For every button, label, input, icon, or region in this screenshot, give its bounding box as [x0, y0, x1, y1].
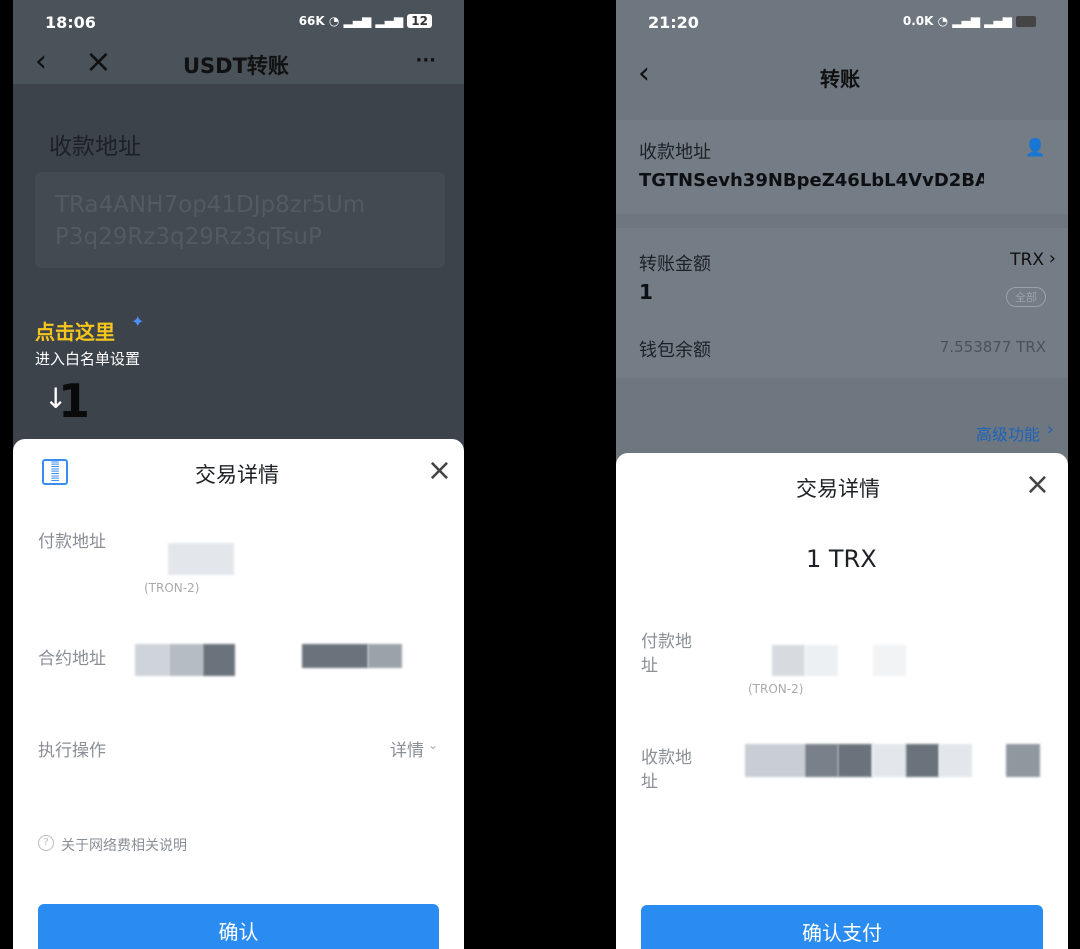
close-icon[interactable]: ×	[1025, 467, 1050, 502]
network-speed: 0.0K	[902, 14, 934, 28]
status-bar: 21:20 0.0K ◔ ▂▄▆ ▂▄▆	[616, 0, 1068, 44]
recipient-label-line-2: 址	[641, 772, 658, 792]
currency-selector[interactable]: TRX	[1010, 250, 1044, 270]
payer-address-blurred	[168, 543, 234, 575]
signal-icon: ▂▄▆ ▂▄▆	[343, 14, 404, 28]
nav-bar: ‹ 转账	[616, 44, 1068, 91]
payer-network-tag: (TRON-2)	[144, 581, 200, 595]
battery-icon	[1016, 16, 1036, 27]
chevron-right-icon: ›	[1048, 248, 1056, 269]
left-phone-screen: 18:06 66K ◔ ▂▄▆ ▂▄▆ 12 ‹ × USDT转账 ··· 收款…	[13, 0, 464, 949]
more-icon[interactable]: ···	[415, 50, 436, 71]
contract-address-blurred-5	[368, 644, 402, 668]
confirm-button[interactable]: 确认	[38, 904, 439, 949]
status-time: 21:20	[648, 13, 699, 32]
wifi-icon: ◔	[937, 14, 953, 28]
address-label: 收款地址	[49, 134, 141, 160]
page-title: USDT转账	[183, 54, 289, 78]
payer-address-blurred-2	[805, 645, 838, 676]
hint-title: 点击这里	[35, 320, 115, 344]
amount-label: 转账金额	[639, 254, 711, 275]
address-book-icon[interactable]: 👤	[1025, 138, 1046, 158]
recipient-address-blurred-4	[872, 744, 906, 777]
contract-address-blurred-1	[135, 644, 169, 676]
address-line-2: P3q29Rz3q29Rz3qTsuP	[55, 224, 322, 250]
recipient-address-blurred-3	[838, 744, 872, 777]
confirm-payment-button[interactable]: 确认支付	[641, 905, 1043, 949]
help-icon[interactable]: ?	[38, 835, 54, 851]
recipient-label: 收款地址	[639, 142, 711, 163]
nav-bar: ‹ × USDT转账 ···	[13, 42, 464, 84]
wifi-icon: ◔	[328, 14, 344, 28]
network-speed: 66K	[298, 14, 325, 28]
recipient-section: 收款地址 👤 TGTNSevh39NBpeZ46LbL4VvD2BA	[616, 120, 1068, 214]
recipient-address-blurred-1	[745, 744, 805, 777]
sheet-title: 交易详情	[195, 463, 279, 487]
amount-section: 转账金额 TRX › 1 全部 钱包余额 7.553877 TRX	[616, 228, 1068, 378]
battery-icon: 12	[407, 14, 432, 28]
payer-label-line-1: 付款地	[641, 632, 692, 652]
signal-icon: ▂▄▆ ▂▄▆	[952, 14, 1012, 28]
balance-label: 钱包余额	[639, 340, 711, 361]
contract-address-blurred-3	[203, 644, 235, 676]
contract-label: 合约地址	[38, 649, 106, 669]
contract-address-blurred-4	[302, 644, 368, 668]
payer-network-tag: (TRON-2)	[748, 682, 804, 696]
hint-subtitle: 进入白名单设置	[35, 350, 141, 368]
transaction-sheet: 交易详情 × 1 TRX 付款地 址 (TRON-2) 收款地 址 确认支付	[616, 453, 1068, 949]
close-icon[interactable]: ×	[85, 42, 112, 80]
operation-label: 执行操作	[38, 741, 106, 761]
back-icon[interactable]: ‹	[638, 56, 650, 91]
transaction-sheet: ≡ ≡ ≡ 交易详情 × 付款地址 (TRON-2) 合约地址 执行操作 详情 ⌄ …	[13, 439, 464, 949]
sparkle-icon: ✦	[131, 312, 145, 331]
checklist-icon[interactable]: ≡ ≡ ≡	[42, 458, 68, 485]
right-phone-screen: 21:20 0.0K ◔ ▂▄▆ ▂▄▆ ‹ 转账 收款地址 👤 TGTNSev…	[616, 0, 1068, 949]
payer-label-line-2: 址	[641, 656, 658, 676]
payer-label: 付款地址	[38, 532, 106, 552]
status-bar: 18:06 66K ◔ ▂▄▆ ▂▄▆ 12	[13, 0, 464, 44]
amount-input[interactable]: 1	[639, 280, 653, 304]
payer-address-blurred-3	[873, 645, 906, 676]
transfer-amount: 1 TRX	[806, 545, 877, 573]
recipient-address-blurred-7	[1006, 744, 1040, 777]
contract-address-blurred-2	[169, 644, 203, 676]
advanced-features-link[interactable]: 高级功能	[976, 421, 1040, 445]
all-amount-button[interactable]: 全部	[1006, 287, 1046, 307]
back-icon[interactable]: ‹	[35, 44, 47, 79]
sheet-title: 交易详情	[796, 477, 880, 501]
page-title: 转账	[820, 67, 860, 91]
chevron-right-icon: ›	[1046, 419, 1054, 440]
status-icons: 66K ◔ ▂▄▆ ▂▄▆ 12	[299, 14, 432, 28]
balance-value: 7.553877 TRX	[939, 338, 1046, 356]
close-icon[interactable]: ×	[427, 453, 452, 488]
chevron-down-icon: ⌄	[427, 738, 438, 752]
fee-note-link[interactable]: 关于网络费相关说明	[61, 835, 187, 855]
address-line-1: TRa4ANH7op41DJp8zr5Um	[55, 192, 366, 218]
operation-details-link[interactable]: 详情	[390, 736, 424, 761]
step-number: 1	[58, 374, 91, 428]
recipient-address-blurred-2	[805, 744, 838, 777]
recipient-address-blurred-6	[939, 744, 972, 777]
recipient-label-line-1: 收款地	[641, 748, 692, 768]
status-time: 18:06	[45, 13, 96, 32]
status-icons: 0.0K ◔ ▂▄▆ ▂▄▆	[903, 14, 1036, 28]
recipient-address-blurred-5	[906, 744, 939, 777]
payer-address-blurred-1	[772, 645, 805, 676]
address-input[interactable]: TRa4ANH7op41DJp8zr5Um P3q29Rz3q29Rz3qTsu…	[35, 172, 445, 268]
recipient-address[interactable]: TGTNSevh39NBpeZ46LbL4VvD2BA	[639, 170, 984, 191]
